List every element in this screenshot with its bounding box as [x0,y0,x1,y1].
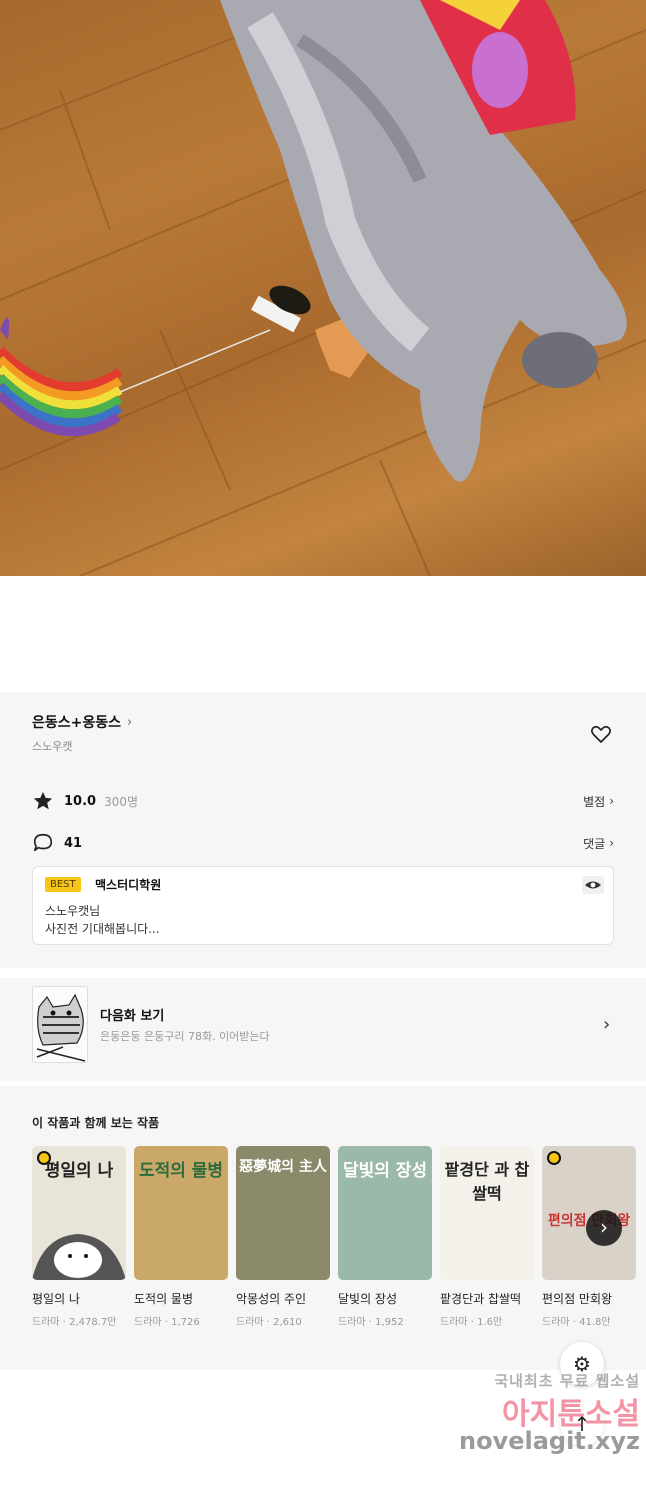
spacer [0,576,646,692]
related-meta: 드라마 · 41.8만 [542,1317,611,1328]
gear-icon: ⚙ [573,1352,591,1376]
chevron-right-icon: › [609,836,614,850]
divider [0,968,646,978]
rating-link-label: 별점 [583,794,606,809]
related-card[interactable]: 평일의 나 평일의 나 드라마 · 2,478.7만 [32,1146,126,1328]
author-name: 스노우캣 [32,740,73,753]
next-episode-label: 다음화 보기 [100,1009,165,1024]
watermark-line: 아지툰소설 [502,1397,640,1432]
related-meta: 드라마 · 2,610 [236,1317,302,1328]
related-works-section: 이 작품과 함께 보는 작품 평일의 나 평일의 나 드라마 · 2,478.7… [0,1086,646,1370]
related-carousel: 평일의 나 평일의 나 드라마 · 2,478.7만 도적의 물병 도적의 물병… [32,1146,646,1336]
comment-bubble-icon [33,833,53,852]
rating-row: 10.0 300명 별점 › [32,789,614,813]
related-cover: 편의점 만회왕 [542,1146,636,1280]
eye-icon[interactable] [582,876,604,894]
related-meta: 드라마 · 1,726 [134,1317,200,1328]
next-episode-thumbnail [32,986,88,1063]
related-cover: 팥경단 과 찹쌀떡 [440,1146,534,1280]
next-episode-row[interactable]: 다음화 보기 은둥은둥 은둥구리 78화. 이어받는다 › [0,978,646,1081]
star-icon [33,791,53,810]
comment-text-line: 사진전 기대해봅니다... [45,922,160,936]
related-cover: 평일의 나 [32,1146,126,1280]
arrow-up-icon: ↑ [573,1412,591,1436]
comments-link-label: 댓글 [583,836,606,851]
related-title: 악몽성의 주인 [236,1292,307,1306]
related-card[interactable]: 달빛의 장성 달빛의 장성 드라마 · 1,952 [338,1146,432,1328]
related-meta: 드라마 · 2,478.7만 [32,1317,117,1328]
chevron-right-icon: › [609,794,614,808]
related-title: 도적의 물병 [134,1292,194,1306]
related-meta: 드라마 · 1,952 [338,1317,404,1328]
related-card[interactable]: 惡夢城의 主人 악몽성의 주인 드라마 · 2,610 [236,1146,330,1328]
carousel-next-button[interactable]: › [586,1210,622,1246]
clock-icon [547,1151,561,1165]
related-cover: 도적의 물병 [134,1146,228,1280]
clock-icon [37,1151,51,1165]
cover-title-text: 팥경단 과 찹쌀떡 [444,1160,530,1203]
commenter-name: 맥스터디학원 [95,878,162,892]
watermark-line: 국내최초 무료 웹소설 [494,1372,640,1390]
next-episode-subtitle: 은둥은둥 은둥구리 78화. 이어받는다 [100,1030,270,1043]
scroll-to-top-button[interactable]: ↑ [560,1402,604,1446]
work-title: 은동스+옹동스 [32,715,122,731]
rating-value: 10.0 [64,793,97,809]
watermark-line: novelagit.xyz [458,1427,640,1455]
cover-title-text: 惡夢城의 主人 [239,1159,327,1175]
best-comment-card[interactable]: BEST 맥스터디학원 스노우캣님 사진전 기대해봅니다... [32,866,614,945]
work-info-section: 은동스+옹동스 › 스노우캣 10.0 300명 별점 › 41 댓글 › BE… [0,692,646,968]
work-title-link[interactable]: 은동스+옹동스 › [32,712,132,732]
related-cover: 惡夢城의 主人 [236,1146,330,1280]
hero-photo [0,0,646,576]
related-card[interactable]: 팥경단 과 찹쌀떡 팥경단과 찹쌀떡 드라마 · 1.6만 [440,1146,534,1328]
cover-title-text: 도적의 물병 [138,1161,224,1181]
related-card[interactable]: 도적의 물병 도적의 물병 드라마 · 1,726 [134,1146,228,1328]
comment-text-line: 스노우캣님 [45,904,101,918]
heart-icon[interactable] [589,722,613,746]
related-title: 달빛의 장성 [338,1292,398,1306]
related-title: 평일의 나 [32,1292,80,1306]
chevron-right-icon: › [603,1014,611,1035]
related-heading: 이 작품과 함께 보는 작품 [32,1116,160,1130]
comment-count: 41 [64,835,83,851]
comments-link[interactable]: 댓글 › [583,835,614,852]
best-badge: BEST [45,877,81,892]
related-cover: 달빛의 장성 [338,1146,432,1280]
watermark: 국내최초 무료 웹소설 아지툰소설 novelagit.xyz [440,1370,640,1455]
rating-link[interactable]: 별점 › [583,793,614,810]
related-title: 팥경단과 찹쌀떡 [440,1292,522,1306]
related-title: 편의점 만회왕 [542,1292,613,1306]
rating-count: 300명 [104,794,139,809]
chevron-right-icon: › [127,714,133,730]
cover-title-text: 달빛의 장성 [342,1161,428,1181]
comments-row: 41 댓글 › [32,831,614,855]
settings-gear-button[interactable]: ⚙ [560,1342,604,1386]
related-meta: 드라마 · 1.6만 [440,1317,503,1328]
